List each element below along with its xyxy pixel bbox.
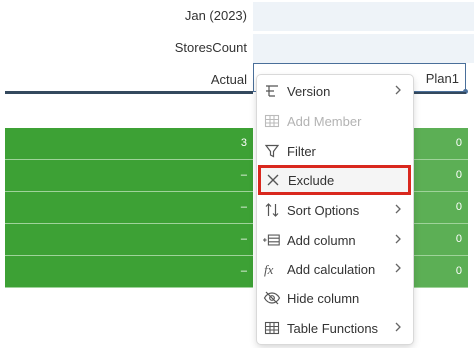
cell-value: – [240,233,247,245]
menu-item-add-member: Add Member [257,106,413,136]
menu-item-table-functions[interactable]: Table Functions [257,313,413,343]
svg-text:fx: fx [264,262,274,277]
date-header-cell [253,2,474,31]
sort-icon [263,201,281,219]
table-row[interactable]: 0 [412,160,468,192]
context-menu: Version Add Member Filter Exclude Sort O… [257,75,413,344]
menu-item-filter[interactable]: Filter [257,136,413,166]
table-row[interactable]: 0 [412,224,468,256]
menu-item-label: Add column [287,233,356,248]
chevron-right-icon [395,204,401,214]
chevron-right-icon [395,234,401,244]
cell-value: – [240,201,247,213]
menu-item-label: Exclude [288,173,335,188]
table-row[interactable]: 0 [412,192,468,224]
filter-icon [263,142,281,160]
chevron-right-icon [395,322,401,332]
cell-value: 0 [455,265,462,277]
header-divider [5,91,253,94]
table-row[interactable]: – [5,224,253,256]
menu-item-hide-column[interactable]: Hide column [257,283,413,313]
cell-value: – [240,169,247,181]
cell-value: 0 [455,233,462,245]
table-row[interactable]: 3 [5,128,253,160]
cell-value: – [240,265,247,277]
cell-value: 0 [455,201,462,213]
menu-item-label: Sort Options [287,203,360,218]
menu-item-label: Add calculation [287,262,376,277]
category-header-label: Actual [210,72,247,87]
data-grid-left: 3 – – – – [5,128,253,288]
data-grid-right: 0 0 0 0 0 [412,128,468,288]
add-column-icon [263,231,281,249]
chevron-right-icon [395,263,401,273]
table-row[interactable]: 0 [412,128,468,160]
menu-item-label: Version [287,84,331,99]
date-header-label: Jan (2023) [184,8,247,23]
close-icon [264,171,282,189]
table-row[interactable]: 0 [412,256,468,288]
table-icon [263,319,281,337]
measure-header-cell [253,34,474,63]
add-member-icon [263,112,281,130]
function-icon: fx [263,260,281,278]
menu-item-add-calculation[interactable]: fx Add calculation [257,254,413,284]
hide-icon [263,289,281,307]
table-row[interactable]: – [5,256,253,288]
table-row[interactable]: – [5,160,253,192]
menu-item-label: Filter [287,144,316,159]
cell-value: 0 [455,169,462,181]
menu-item-label: Add Member [287,114,362,129]
measure-header-label: StoresCount [174,40,247,55]
version-icon [263,82,281,100]
menu-item-label: Hide column [287,291,360,306]
table-row[interactable]: – [5,192,253,224]
version-value: Plan1 [425,71,459,86]
header-divider-right [410,92,466,94]
menu-item-version[interactable]: Version [257,76,413,106]
chevron-right-icon [395,85,401,95]
menu-item-label: Table Functions [287,321,379,336]
cell-value: 0 [455,137,462,149]
cell-value: 3 [240,137,247,149]
menu-item-sort-options[interactable]: Sort Options [257,195,413,225]
menu-item-exclude[interactable]: Exclude [258,165,411,195]
menu-item-add-column[interactable]: Add column [257,225,413,255]
